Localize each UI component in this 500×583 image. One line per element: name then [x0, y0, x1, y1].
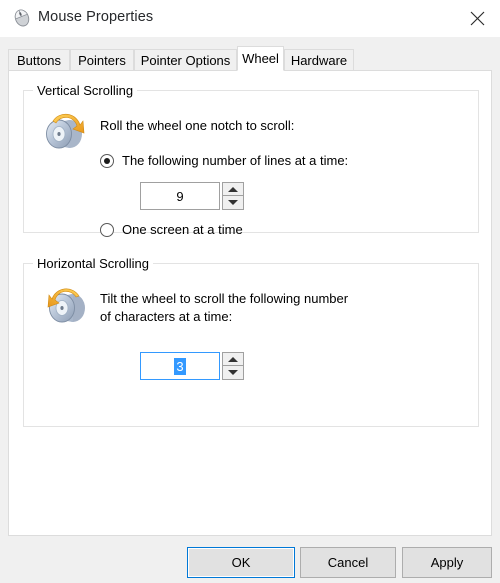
tab-content-panel: Vertical Scrolling	[8, 70, 492, 536]
vertical-scrolling-group: Vertical Scrolling	[23, 90, 479, 233]
lines-spinner-down-button[interactable]	[222, 196, 244, 210]
chars-spinner[interactable]: 3	[140, 352, 244, 380]
cancel-button[interactable]: Cancel	[300, 547, 396, 578]
title-bar: Mouse Properties	[0, 0, 500, 37]
horizontal-scrolling-title: Horizontal Scrolling	[33, 256, 153, 271]
lines-spinner-up-button[interactable]	[222, 182, 244, 196]
tab-label: Wheel	[242, 51, 279, 66]
apply-button-label: Apply	[431, 555, 464, 570]
radio-indicator	[100, 223, 114, 237]
mouse-wheel-horizontal-icon	[43, 281, 89, 327]
apply-button[interactable]: Apply	[402, 547, 492, 578]
chevron-up-icon	[228, 187, 238, 192]
radio-lines-at-a-time[interactable]: The following number of lines at a time:	[100, 153, 348, 168]
lines-spinner-buttons	[222, 182, 244, 210]
ok-button[interactable]: OK	[187, 547, 295, 578]
lines-spinner[interactable]: 9	[140, 182, 244, 210]
chevron-down-icon	[228, 370, 238, 375]
tab-wheel[interactable]: Wheel	[237, 46, 284, 71]
close-icon[interactable]	[454, 0, 500, 36]
cancel-button-label: Cancel	[328, 555, 368, 570]
vertical-scrolling-title: Vertical Scrolling	[33, 83, 137, 98]
vertical-scrolling-description: Roll the wheel one notch to scroll:	[100, 117, 294, 135]
mouse-icon	[11, 9, 33, 27]
tab-buttons[interactable]: Buttons	[8, 49, 70, 71]
radio-one-screen-at-a-time[interactable]: One screen at a time	[100, 222, 243, 237]
chars-spinner-value: 3	[174, 358, 185, 375]
radio-indicator	[100, 154, 114, 168]
tab-pointers[interactable]: Pointers	[70, 49, 134, 71]
radio-label: The following number of lines at a time:	[122, 153, 348, 168]
mouse-wheel-vertical-icon	[43, 108, 89, 154]
horizontal-scrolling-group: Horizontal Scrolling	[23, 263, 479, 427]
radio-label: One screen at a time	[122, 222, 243, 237]
lines-spinner-value: 9	[176, 189, 183, 204]
chevron-down-icon	[228, 200, 238, 205]
tab-label: Hardware	[291, 53, 347, 68]
tab-hardware[interactable]: Hardware	[284, 49, 354, 71]
tab-strip: Buttons Pointers Pointer Options Wheel H…	[8, 46, 492, 71]
chars-spinner-input[interactable]: 3	[140, 352, 220, 380]
chars-spinner-down-button[interactable]	[222, 366, 244, 380]
page-title: Mouse Properties	[38, 9, 153, 25]
lines-spinner-input[interactable]: 9	[140, 182, 220, 210]
ok-button-label: OK	[232, 555, 251, 570]
chars-spinner-buttons	[222, 352, 244, 380]
tab-label: Pointers	[78, 53, 126, 68]
chars-spinner-up-button[interactable]	[222, 352, 244, 366]
chevron-up-icon	[228, 357, 238, 362]
horizontal-scrolling-description: Tilt the wheel to scroll the following n…	[100, 290, 348, 326]
tab-label: Pointer Options	[141, 53, 231, 68]
tab-label: Buttons	[17, 53, 61, 68]
tab-pointer-options[interactable]: Pointer Options	[134, 49, 237, 71]
